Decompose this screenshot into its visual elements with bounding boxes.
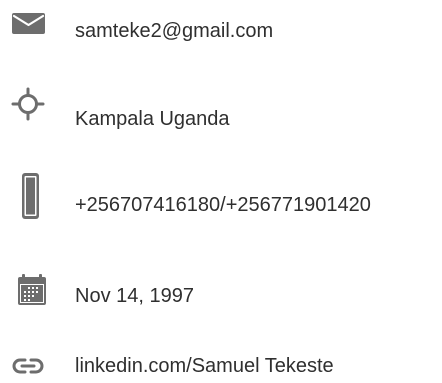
calendar-icon — [10, 272, 48, 312]
mobile-phone-icon — [10, 171, 48, 223]
gps-target-icon — [10, 86, 48, 126]
link-icon — [10, 352, 48, 382]
phone-text[interactable]: +256707416180/+256771901420 — [75, 193, 371, 217]
contact-row-email: samteke2@gmail.com — [0, 10, 442, 50]
location-text: Kampala Uganda — [75, 108, 230, 130]
contact-row-location: Kampala Uganda — [0, 86, 442, 130]
envelope-icon — [10, 10, 48, 50]
contact-row-phone: +256707416180/+256771901420 — [0, 171, 442, 223]
contact-row-birthdate: Nov 14, 1997 — [0, 272, 442, 312]
contact-list: samteke2@gmail.com Kampala Uganda +25670… — [0, 0, 442, 383]
contact-row-linkedin: linkedin.com/Samuel Tekeste — [0, 352, 442, 382]
email-text[interactable]: samteke2@gmail.com — [75, 19, 273, 43]
linkedin-link[interactable]: linkedin.com/Samuel Tekeste — [75, 354, 334, 378]
birthdate-text: Nov 14, 1997 — [75, 285, 194, 307]
